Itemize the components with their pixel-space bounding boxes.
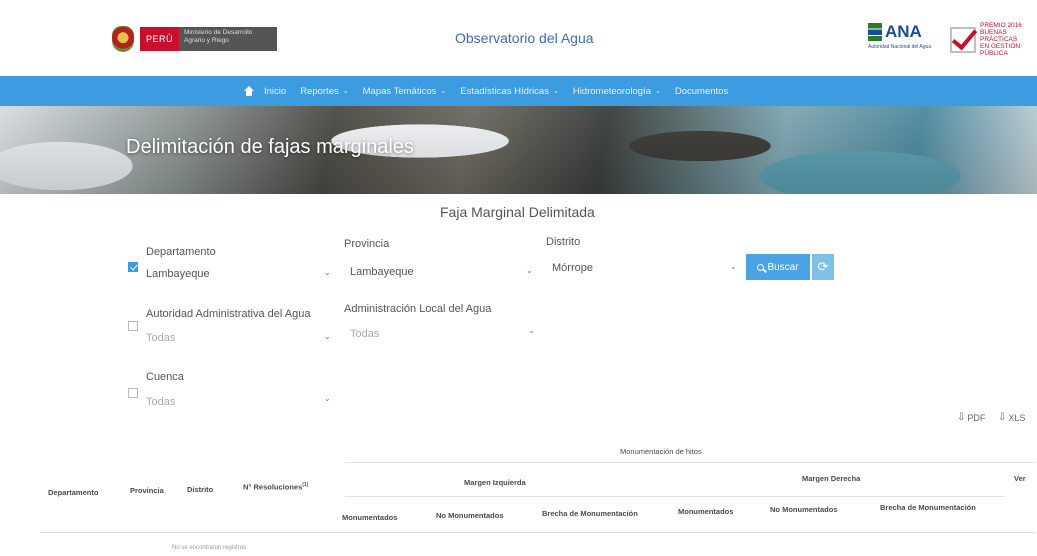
- header-divider: [345, 462, 1035, 463]
- group-margen-derecha: Margen Derecha: [802, 474, 861, 483]
- col-der-monumentados[interactable]: Monumentados: [678, 507, 733, 516]
- cuenca-select[interactable]: Todas: [142, 392, 334, 412]
- aaa-value: Todas: [146, 332, 176, 344]
- chevron-down-icon: ⌄: [528, 326, 535, 335]
- download-icon: ⇩: [998, 412, 1007, 423]
- provincia-label: Provincia: [344, 238, 390, 250]
- nav-item-estadisticas-hidricas[interactable]: Estadísticas Hídricas ⌄: [460, 86, 559, 97]
- reset-button[interactable]: ⟳: [812, 254, 834, 280]
- col-distrito[interactable]: Distrito: [187, 485, 213, 494]
- chevron-down-icon: ⌄: [342, 88, 349, 95]
- ala-select[interactable]: Todas: [346, 324, 536, 344]
- col-der-no-monumentados[interactable]: No Monumentados: [770, 505, 838, 514]
- form-title: Faja Marginal Delimitada: [440, 204, 595, 220]
- home-icon[interactable]: [244, 86, 254, 96]
- cuenca-label: Cuenca: [146, 371, 184, 383]
- col-ver: Ver: [1014, 474, 1026, 483]
- ana-logo[interactable]: ANA Autoridad Nacional del Agua: [868, 22, 931, 50]
- coat-of-arms-icon: [112, 26, 134, 52]
- empty-results-message: No se encontraron registros: [172, 545, 247, 551]
- departamento-value: Lambayeque: [146, 268, 210, 280]
- export-xls-label: XLS: [1008, 412, 1026, 423]
- cuenca-checkbox[interactable]: [128, 388, 138, 398]
- chevron-down-icon: ⌄: [324, 394, 331, 403]
- ministry-label: Ministerio de Desarrollo Agrario y Riego: [179, 27, 278, 51]
- provincia-select[interactable]: Lambayeque: [346, 262, 536, 282]
- table-divider: [40, 532, 1035, 533]
- aaa-label: Autoridad Administrativa del Agua: [146, 308, 311, 320]
- main-nav: Inicio Reportes ⌄ Mapas Temáticos ⌄ Estadí…: [0, 76, 1037, 106]
- ana-name: ANA: [885, 22, 922, 41]
- chevron-down-icon: ⌄: [440, 88, 447, 95]
- distrito-value: Mórrope: [552, 262, 593, 274]
- search-button-label: Buscar: [767, 261, 799, 273]
- search-button[interactable]: Buscar: [746, 254, 810, 280]
- group-margen-izquierda: Margen Izquierda: [464, 478, 526, 487]
- group-header-monumentacion: Monumentación de hitos: [620, 447, 702, 456]
- col-izq-brecha[interactable]: Brecha de Monumentación: [542, 509, 638, 518]
- award-text: PREMIO 2016 BUENAS PRÁCTICAS EN GESTIÓN …: [980, 22, 1022, 57]
- export-xls-button[interactable]: ⇩ XLS: [998, 412, 1025, 423]
- site-title[interactable]: Observatorio del Agua: [455, 30, 594, 46]
- page-title: Delimitación de fajas marginales: [126, 136, 414, 158]
- nav-item-hidrometeorologia[interactable]: Hidrometeorología ⌄: [573, 86, 661, 97]
- ana-subtitle: Autoridad Nacional del Agua: [868, 44, 932, 50]
- peru-label: PERÚ: [140, 27, 180, 51]
- col-provincia[interactable]: Provincia: [130, 486, 164, 495]
- aaa-checkbox[interactable]: [128, 321, 138, 331]
- nav-item-inicio[interactable]: Inicio: [264, 86, 286, 97]
- hero-banner: Delimitación de fajas marginales: [0, 106, 1037, 194]
- col-departamento[interactable]: Departamento: [48, 488, 98, 497]
- footnote-marker: (1): [302, 482, 309, 488]
- chevron-down-icon: ⌄: [552, 88, 559, 95]
- nav-item-mapas-tematicos[interactable]: Mapas Temáticos ⌄: [363, 86, 447, 97]
- subheader-divider: [345, 496, 1005, 497]
- col-resoluciones[interactable]: N° Resoluciones(1): [243, 482, 308, 492]
- departamento-checkbox[interactable]: [128, 262, 138, 272]
- chevron-down-icon: ⌄: [324, 268, 331, 277]
- refresh-icon: ⟳: [817, 259, 829, 274]
- nav-item-reportes[interactable]: Reportes ⌄: [300, 86, 348, 97]
- export-pdf-button[interactable]: ⇩ PDF: [957, 412, 985, 423]
- provincia-value: Lambayeque: [350, 266, 414, 278]
- nav-item-documentos[interactable]: Documentos: [675, 86, 728, 97]
- ala-value: Todas: [350, 328, 380, 340]
- search-icon: [757, 263, 765, 271]
- chevron-down-icon: ⌄: [730, 262, 737, 271]
- col-der-brecha[interactable]: Brecha de Monumentación: [880, 503, 976, 512]
- ala-label: Administración Local del Agua: [344, 303, 492, 315]
- distrito-select[interactable]: Mórrope: [548, 258, 738, 278]
- ana-mark-icon: [868, 23, 882, 41]
- site-header: PERÚ Ministerio de Desarrollo Agrario y …: [0, 0, 1037, 76]
- award-logo: PREMIO 2016 BUENAS PRÁCTICAS EN GESTIÓN …: [950, 22, 1026, 57]
- distrito-label: Distrito: [546, 236, 581, 248]
- chevron-down-icon: ⌄: [526, 266, 533, 275]
- download-icon: ⇩: [957, 412, 966, 423]
- col-izq-no-monumentados[interactable]: No Monumentados: [436, 511, 504, 520]
- departamento-select[interactable]: Lambayeque: [142, 264, 334, 284]
- aaa-select[interactable]: Todas: [142, 328, 334, 348]
- government-logo[interactable]: PERÚ Ministerio de Desarrollo Agrario y …: [112, 26, 278, 52]
- departamento-label: Departamento: [146, 246, 216, 258]
- chevron-down-icon: ⌄: [654, 88, 661, 95]
- col-resoluciones-label: N° Resoluciones: [243, 482, 303, 492]
- cuenca-value: Todas: [146, 396, 176, 408]
- col-izq-monumentados[interactable]: Monumentados: [342, 513, 397, 522]
- chevron-down-icon: ⌄: [324, 332, 331, 341]
- export-pdf-label: PDF: [967, 412, 986, 423]
- checkmark-icon: [950, 26, 976, 53]
